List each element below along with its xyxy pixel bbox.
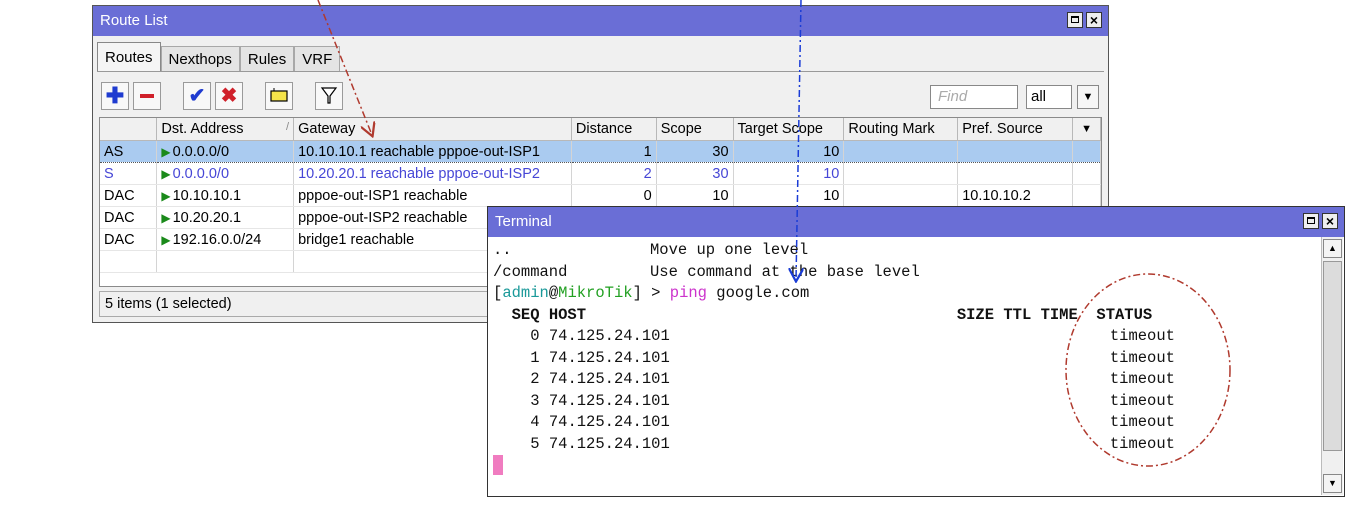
prompt-line: [admin@MikroTik] > ping google.com: [493, 284, 810, 302]
cell-flags: DAC: [100, 228, 158, 251]
cell-distance: 0: [571, 184, 657, 207]
columns-menu-icon[interactable]: ▼: [1072, 118, 1101, 141]
col-target-scope[interactable]: Target Scope: [733, 118, 845, 141]
table-header: Dst. Address / Gateway Distance Scope Tar…: [100, 118, 1101, 141]
cell-routing-mark: [843, 140, 959, 163]
cell-pref-source: [957, 162, 1074, 185]
cell-dst-address: ▶ 192.16.0.0/24: [156, 228, 295, 251]
scroll-thumb[interactable]: [1323, 261, 1342, 451]
tab-rules[interactable]: Rules: [239, 46, 295, 72]
terminal-window: Terminal × .. Move up one level /command U…: [487, 206, 1345, 497]
terminal-cursor: [493, 455, 503, 475]
cell-gateway: 10.10.10.1 reachable pppoe-out-ISP1: [293, 140, 572, 163]
terminal-titlebar[interactable]: Terminal ×: [488, 207, 1344, 237]
cell-pref-source: [957, 140, 1074, 163]
enable-check-icon[interactable]: ✔: [183, 82, 211, 110]
cell-flags: DAC: [100, 184, 158, 207]
table-row[interactable]: DAC ▶ 10.10.10.1 pppoe-out-ISP1 reachable 0 1…: [100, 184, 1101, 207]
comment-note-icon[interactable]: [265, 82, 293, 110]
col-pref-source[interactable]: Pref. Source: [957, 118, 1074, 141]
cell-spacer: [1072, 140, 1101, 163]
cell-flags: DAC: [100, 206, 158, 229]
cell-gateway: pppoe-out-ISP1 reachable: [293, 184, 572, 207]
col-dst-address[interactable]: Dst. Address /: [156, 118, 295, 141]
cell-routing-mark: [843, 162, 959, 185]
tab-divider: [97, 71, 1104, 72]
route-flag-icon: ▶: [161, 210, 171, 225]
help-line: /command Use command at the base level: [493, 262, 920, 281]
cell-scope: 30: [656, 162, 734, 185]
maximize-icon[interactable]: [1303, 213, 1319, 229]
cell-spacer: [1072, 184, 1101, 207]
cell-spacer: [1072, 162, 1101, 185]
ping-row: 1 74.125.24.101 timeout: [530, 348, 1175, 367]
help-line: .. Move up one level: [493, 241, 809, 259]
filter-select[interactable]: all: [1026, 85, 1072, 109]
cell-target-scope: 10: [733, 140, 845, 163]
cell-distance: 1: [571, 140, 657, 163]
col-scope[interactable]: Scope: [656, 118, 734, 141]
col-flags[interactable]: [100, 118, 158, 141]
terminal-title: Terminal: [495, 213, 552, 230]
find-input[interactable]: Find: [930, 85, 1018, 109]
terminal-output[interactable]: .. Move up one level /command Use command …: [489, 237, 1321, 495]
table-row[interactable]: AS ▶ 0.0.0.0/0 10.10.10.1 reachable pppoe-o…: [100, 140, 1101, 163]
remove-icon[interactable]: [133, 82, 161, 110]
route-list-titlebar[interactable]: Route List ×: [93, 6, 1108, 36]
tab-vrf[interactable]: VRF: [294, 46, 341, 72]
sort-icon: /: [286, 121, 290, 133]
cell-target-scope: 10: [733, 162, 845, 185]
add-icon[interactable]: ✚: [101, 82, 129, 110]
route-flag-icon: ▶: [161, 232, 171, 247]
route-flag-icon: ▶: [161, 144, 171, 159]
ping-row: 2 74.125.24.101 timeout: [530, 370, 1175, 388]
disable-x-icon[interactable]: ✖: [215, 82, 243, 110]
ping-row: 3 74.125.24.101 timeout: [530, 391, 1175, 410]
cell-flags: AS: [100, 140, 158, 163]
cell-flags: S: [100, 162, 158, 185]
route-list-tabs: Routes Nexthops Rules VRF: [97, 42, 341, 72]
col-gateway[interactable]: Gateway: [293, 118, 572, 141]
ping-row: 4 74.125.24.101 timeout: [530, 413, 1175, 431]
maximize-icon[interactable]: [1067, 12, 1083, 28]
cell-scope: 10: [656, 184, 734, 207]
tab-routes[interactable]: Routes: [97, 42, 161, 72]
filter-dropdown-icon[interactable]: ▼: [1077, 85, 1099, 109]
table-row[interactable]: S ▶ 0.0.0.0/0 10.20.20.1 reachable pppoe-ou…: [100, 162, 1101, 185]
cell-pref-source: 10.10.10.2: [957, 184, 1074, 207]
route-flag-icon: ▶: [161, 188, 171, 203]
col-routing-mark[interactable]: Routing Mark: [843, 118, 959, 141]
cell-gateway: 10.20.20.1 reachable pppoe-out-ISP2: [293, 162, 572, 185]
cell-routing-mark: [843, 184, 959, 207]
close-icon[interactable]: ×: [1322, 213, 1338, 229]
col-distance[interactable]: Distance: [571, 118, 657, 141]
route-list-title: Route List: [100, 12, 168, 29]
cell-dst-address: ▶ 0.0.0.0/0: [156, 162, 295, 185]
cell-dst-address: ▶ 10.20.20.1: [156, 206, 295, 229]
scroll-up-icon[interactable]: ▲: [1323, 239, 1342, 258]
cell-distance: 2: [571, 162, 657, 185]
scroll-down-icon[interactable]: ▼: [1323, 474, 1342, 493]
ping-row: 0 74.125.24.101 timeout: [530, 327, 1175, 345]
filter-icon[interactable]: [315, 82, 343, 110]
input-line[interactable]: [493, 455, 1321, 477]
terminal-scrollbar[interactable]: ▲ ▼: [1321, 237, 1343, 495]
route-flag-icon: ▶: [161, 166, 171, 181]
cell-dst-address: ▶ 0.0.0.0/0: [156, 140, 295, 163]
cell-dst-address: ▶ 10.10.10.1: [156, 184, 295, 207]
cell-scope: 30: [656, 140, 734, 163]
ping-header: SEQ HOST SIZE TTL TIME STATUS: [511, 305, 1153, 324]
tab-nexthops[interactable]: Nexthops: [160, 46, 240, 72]
close-icon[interactable]: ×: [1086, 12, 1102, 28]
cell-target-scope: 10: [733, 184, 845, 207]
ping-row: 5 74.125.24.101 timeout: [530, 434, 1175, 453]
